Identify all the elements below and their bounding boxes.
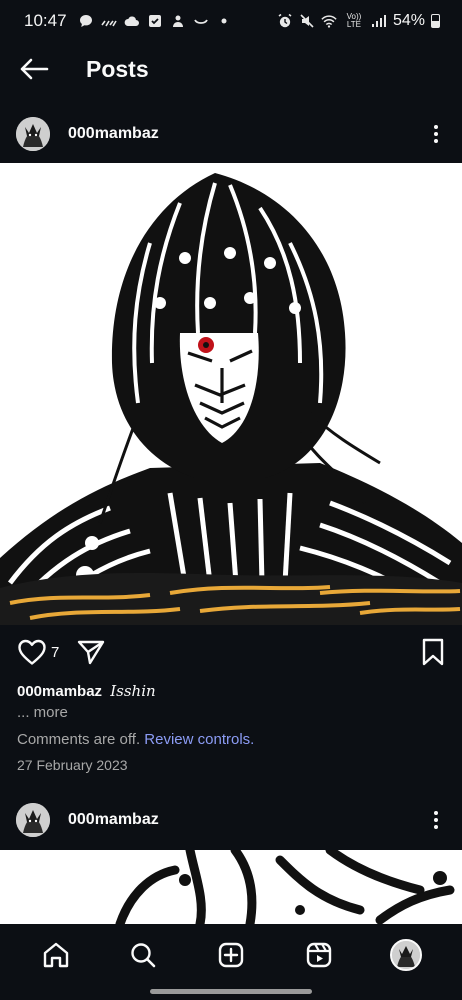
status-bar: 10:47 Vo)) LTE 54% [0, 0, 462, 42]
post-actions: 7 [0, 630, 462, 674]
cloud-icon [124, 13, 140, 29]
post-image[interactable] [0, 163, 462, 625]
post-username[interactable]: 000mambaz [68, 811, 426, 829]
heart-icon [18, 639, 46, 665]
more-vertical-icon [434, 125, 438, 143]
share-button[interactable] [77, 639, 105, 665]
mute-icon [299, 13, 315, 29]
nav-create[interactable] [206, 930, 256, 980]
chat-bubble-icon [78, 13, 94, 29]
post-header-2: 000mambaz [0, 792, 462, 848]
comments-status: Comments are off. Review controls. [17, 731, 254, 748]
artwork-image-2 [0, 850, 462, 924]
caption-username[interactable]: 000mambaz [17, 683, 102, 700]
more-vertical-icon [434, 811, 438, 829]
send-icon [78, 640, 105, 665]
post-date: 27 February 2023 [17, 757, 128, 773]
caption-more-link[interactable]: ... more [17, 704, 68, 721]
create-icon [218, 942, 244, 968]
smile-icon [193, 13, 209, 29]
battery-icon [431, 14, 440, 28]
back-button[interactable] [4, 44, 64, 94]
page-title: Posts [86, 55, 149, 82]
nav-search[interactable] [118, 930, 168, 980]
status-left: 10:47 [24, 11, 232, 31]
like-button[interactable]: 7 [17, 638, 59, 666]
home-icon [43, 942, 68, 968]
post-username[interactable]: 000mambaz [68, 125, 426, 143]
cell-signal-icon [371, 13, 387, 29]
more-options-button[interactable] [426, 805, 446, 835]
nav-profile[interactable] [381, 930, 431, 980]
like-count: 7 [51, 643, 60, 661]
wifi-icon [321, 13, 337, 29]
review-controls-link[interactable]: Review controls. [144, 731, 254, 748]
avatar[interactable] [16, 803, 50, 837]
signal-squiggle-icon [100, 13, 117, 29]
post-image-2[interactable] [0, 850, 462, 924]
reels-icon [306, 942, 331, 968]
avatar[interactable] [16, 117, 50, 151]
network-type-label: Vo)) LTE [346, 12, 362, 29]
person-icon [170, 13, 186, 29]
more-options-button[interactable] [426, 119, 446, 149]
search-icon [131, 943, 156, 968]
post-caption: 000mambaz Isshin [17, 682, 156, 700]
nav-reels[interactable] [294, 930, 344, 980]
battery-percent: 54% [392, 12, 425, 29]
arrow-left-icon [20, 58, 49, 80]
caption-text: Isshin [110, 682, 156, 700]
dot-icon [216, 13, 232, 29]
comments-off-text: Comments are off. [17, 731, 141, 748]
home-indicator[interactable] [150, 989, 312, 994]
artwork-image [0, 163, 462, 625]
bottom-nav [0, 924, 462, 986]
nav-home[interactable] [31, 930, 81, 980]
checkbox-icon [147, 13, 163, 29]
top-header: Posts [0, 44, 462, 94]
profile-avatar [390, 939, 423, 971]
bookmark-icon [422, 638, 444, 666]
status-right: Vo)) LTE 54% [277, 12, 440, 30]
alarm-icon [277, 13, 293, 29]
post-header: 000mambaz [0, 106, 462, 162]
status-time: 10:47 [24, 11, 67, 30]
save-button[interactable] [421, 638, 445, 666]
